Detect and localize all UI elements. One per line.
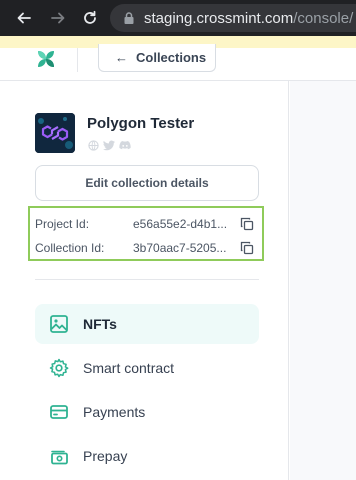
sidebar: Polygon Tester Edit collection details P… bbox=[0, 81, 289, 480]
lock-icon bbox=[122, 11, 136, 25]
collection-id-value: 3b70aac7-5205... bbox=[133, 241, 227, 255]
credit-card-icon bbox=[48, 401, 70, 423]
url-host: staging.crossmint.com bbox=[144, 9, 294, 27]
image-icon bbox=[48, 313, 70, 335]
collections-label: Collections bbox=[136, 50, 207, 65]
collection-thumbnail bbox=[35, 113, 75, 153]
project-id-value: e56a55e2-d4b1... bbox=[133, 217, 228, 231]
sidebar-item-nfts[interactable]: NFTs bbox=[35, 304, 259, 344]
browser-toolbar: staging.crossmint.com/console/ bbox=[0, 0, 356, 36]
sidebar-divider bbox=[35, 279, 259, 280]
back-to-collections-button[interactable]: ← Collections bbox=[98, 44, 216, 72]
gear-icon bbox=[48, 357, 70, 379]
collection-id-row: Collection Id: 3b70aac7-5205... bbox=[35, 239, 261, 257]
copy-icon[interactable] bbox=[240, 241, 254, 255]
arrow-left-icon: ← bbox=[115, 50, 128, 65]
app-header: ← Collections bbox=[0, 44, 356, 80]
reload-icon[interactable] bbox=[78, 6, 102, 30]
globe-icon[interactable] bbox=[87, 139, 99, 151]
back-arrow-icon[interactable] bbox=[12, 6, 36, 30]
sidebar-item-label: NFTs bbox=[83, 316, 117, 332]
discord-icon[interactable] bbox=[119, 139, 131, 151]
ids-panel: Project Id: e56a55e2-d4b1... Collection … bbox=[28, 206, 264, 261]
collection-id-label: Collection Id: bbox=[35, 241, 105, 255]
social-links bbox=[87, 139, 131, 151]
url-text: staging.crossmint.com/console/ bbox=[144, 10, 353, 27]
copy-icon[interactable] bbox=[240, 217, 254, 231]
project-id-row: Project Id: e56a55e2-d4b1... bbox=[35, 215, 261, 233]
address-bar[interactable]: staging.crossmint.com/console/ bbox=[110, 4, 356, 32]
sidebar-item-smart-contract[interactable]: Smart contract bbox=[35, 348, 259, 388]
header-divider bbox=[77, 48, 78, 72]
sidebar-item-payments[interactable]: Payments bbox=[35, 392, 259, 432]
sidebar-item-prepay[interactable]: Prepay bbox=[35, 436, 259, 476]
url-path: /console/ bbox=[293, 9, 354, 27]
sidebar-item-label: Smart contract bbox=[83, 360, 175, 376]
crossmint-logo-icon[interactable] bbox=[35, 48, 57, 70]
forward-arrow-icon[interactable] bbox=[46, 6, 70, 30]
edit-collection-button[interactable]: Edit collection details bbox=[35, 165, 259, 201]
project-id-label: Project Id: bbox=[35, 217, 90, 231]
collection-name: Polygon Tester bbox=[87, 115, 195, 132]
main-content-area bbox=[290, 81, 356, 480]
sidebar-item-label: Payments bbox=[83, 404, 146, 420]
twitter-icon[interactable] bbox=[103, 139, 115, 151]
cash-icon bbox=[48, 445, 70, 467]
sidebar-item-label: Prepay bbox=[83, 448, 128, 464]
